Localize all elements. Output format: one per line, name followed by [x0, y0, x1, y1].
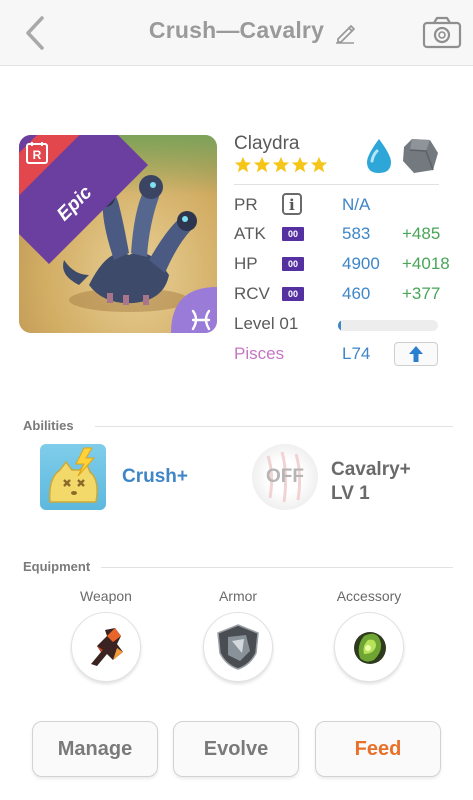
monster-portrait[interactable]: Epic R [19, 135, 217, 333]
cavalry-ability-name[interactable]: Cavalry+ LV 1 [331, 458, 411, 506]
sign-upgrade-button[interactable] [394, 342, 438, 366]
info-icon: i [289, 196, 295, 214]
stat-value: 4900 [342, 254, 380, 273]
abilities-section-title: Abilities [23, 418, 74, 433]
crush-icon [48, 447, 98, 503]
star-icon [291, 156, 309, 173]
stat-value: 583 [342, 224, 371, 243]
monster-name: Claydra [234, 133, 300, 154]
level-row: Level 01 [234, 312, 464, 338]
evolve-button[interactable]: Evolve [173, 721, 299, 777]
weapon-icon [91, 628, 123, 666]
level-label: Level 01 [234, 314, 299, 333]
sign-row: Pisces L74 [234, 342, 464, 368]
ability-off-status: OFF [266, 466, 304, 487]
info-button[interactable]: i [282, 193, 302, 215]
stat-label: RCV [234, 284, 270, 303]
armor-label: Armor [218, 588, 258, 604]
cavalry-ability-icon[interactable]: OFF [252, 444, 318, 510]
manage-button[interactable]: Manage [32, 721, 158, 777]
cavalry-ability-level: LV 1 [331, 483, 370, 504]
accessory-icon [354, 632, 386, 664]
stat-row-atk: ATK 00 583 +485 [234, 222, 464, 248]
stat-row-rcv: RCV 00 460 +377 [234, 282, 464, 308]
star-icon [234, 156, 252, 173]
accessory-slot[interactable] [334, 612, 404, 682]
pencil-icon[interactable] [334, 22, 356, 44]
rock-type-icon [403, 139, 438, 173]
cavalry-ability-title: Cavalry+ [331, 459, 411, 480]
equipment-section-title: Equipment [23, 559, 91, 574]
plus-badge: 00 [282, 257, 304, 271]
stat-label: PR [234, 195, 258, 214]
stat-value: 460 [342, 284, 371, 303]
star-icon [310, 156, 328, 173]
level-progress-fill [338, 320, 341, 331]
rare-badge-icon: R [26, 142, 48, 164]
star-icon [253, 156, 271, 173]
star-rating [234, 156, 328, 174]
stat-bonus: +4018 [402, 254, 450, 273]
stat-label: ATK [234, 224, 266, 243]
stat-row-hp: HP 00 4900 +4018 [234, 252, 464, 278]
armor-icon [217, 624, 259, 670]
crush-ability-icon[interactable] [40, 444, 106, 510]
stat-bonus: +377 [402, 284, 441, 303]
feed-button[interactable]: Feed [315, 721, 441, 777]
star-icon [272, 156, 290, 173]
weapon-slot[interactable] [71, 612, 141, 682]
arrow-up-icon [409, 346, 423, 362]
plus-badge: 00 [282, 287, 304, 301]
stat-value: N/A [342, 195, 371, 214]
level-progress-bar [338, 320, 438, 331]
svg-text:R: R [33, 148, 42, 162]
armor-slot[interactable] [203, 612, 273, 682]
sign-label: Pisces [234, 344, 285, 363]
page-title: Crush—Cavalry [148, 17, 325, 43]
stat-bonus: +485 [402, 224, 441, 243]
accessory-label: Accessory [336, 588, 402, 604]
weapon-label: Weapon [80, 588, 132, 604]
crush-ability-name[interactable]: Crush+ [122, 466, 188, 488]
camera-button[interactable] [421, 14, 463, 52]
plus-badge: 00 [282, 227, 304, 241]
camera-icon [422, 16, 462, 49]
header-bar: Crush—Cavalry [0, 0, 473, 66]
water-element-icon [367, 139, 391, 173]
pisces-sign-icon [171, 287, 217, 333]
sign-level: L74 [342, 344, 371, 363]
stat-row-pr: PR i N/A [234, 193, 464, 219]
stat-label: HP [234, 254, 258, 273]
